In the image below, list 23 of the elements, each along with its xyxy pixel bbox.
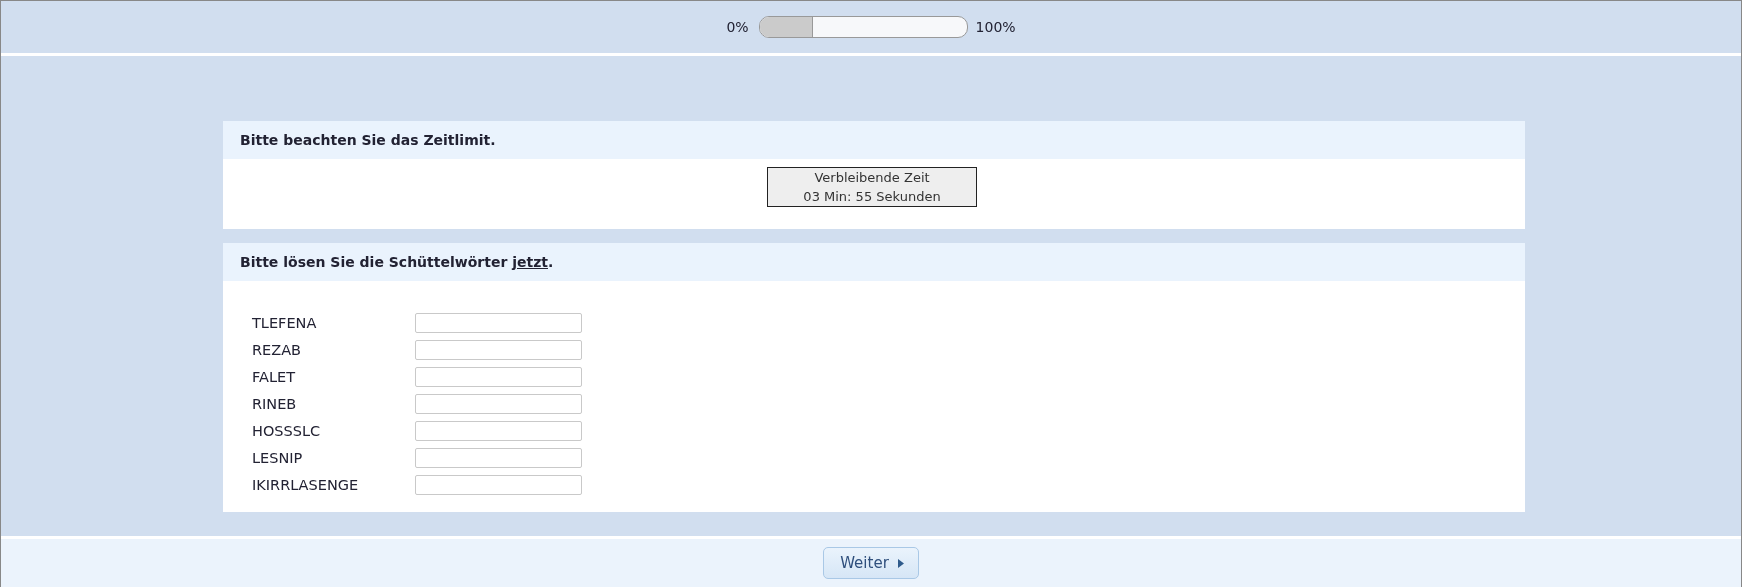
link[interactable]: jetzt xyxy=(512,254,548,270)
answer-field[interactable] xyxy=(415,475,582,495)
next-button[interactable]: Weiter xyxy=(823,547,919,579)
answer-field[interactable] xyxy=(415,313,582,333)
progress-max-label: 100% xyxy=(975,19,1016,35)
answer-field[interactable] xyxy=(415,394,582,414)
scrambled-word: LESNIP xyxy=(252,450,304,466)
scrambled-word: REZAB xyxy=(252,342,303,358)
scrambled-word: RINEB xyxy=(252,396,298,412)
progress-min-label: 0% xyxy=(726,19,749,35)
scrambled-word: FALET xyxy=(252,369,297,385)
scrambled-word: IKIRRLASENGE xyxy=(252,477,360,493)
answer-field[interactable] xyxy=(415,367,582,387)
answer-field[interactable] xyxy=(415,448,582,468)
answer-field[interactable] xyxy=(415,340,582,360)
scrambled-word: TLEFENA xyxy=(252,315,318,331)
caret-icon xyxy=(897,558,904,568)
answer-field[interactable] xyxy=(415,421,582,441)
panel-heading: Bitte beachten Sie das Zeitlimit. xyxy=(223,121,1525,159)
timer-title: Verbleibende Zeit xyxy=(813,169,931,187)
panel-heading: Bitte lösen Sie die Schüttelwörter jetzt. xyxy=(223,243,1525,281)
scrambled-word: HOSSSLC xyxy=(252,423,322,439)
timer-value: 03 Min: 55 Sekunden xyxy=(802,188,942,206)
